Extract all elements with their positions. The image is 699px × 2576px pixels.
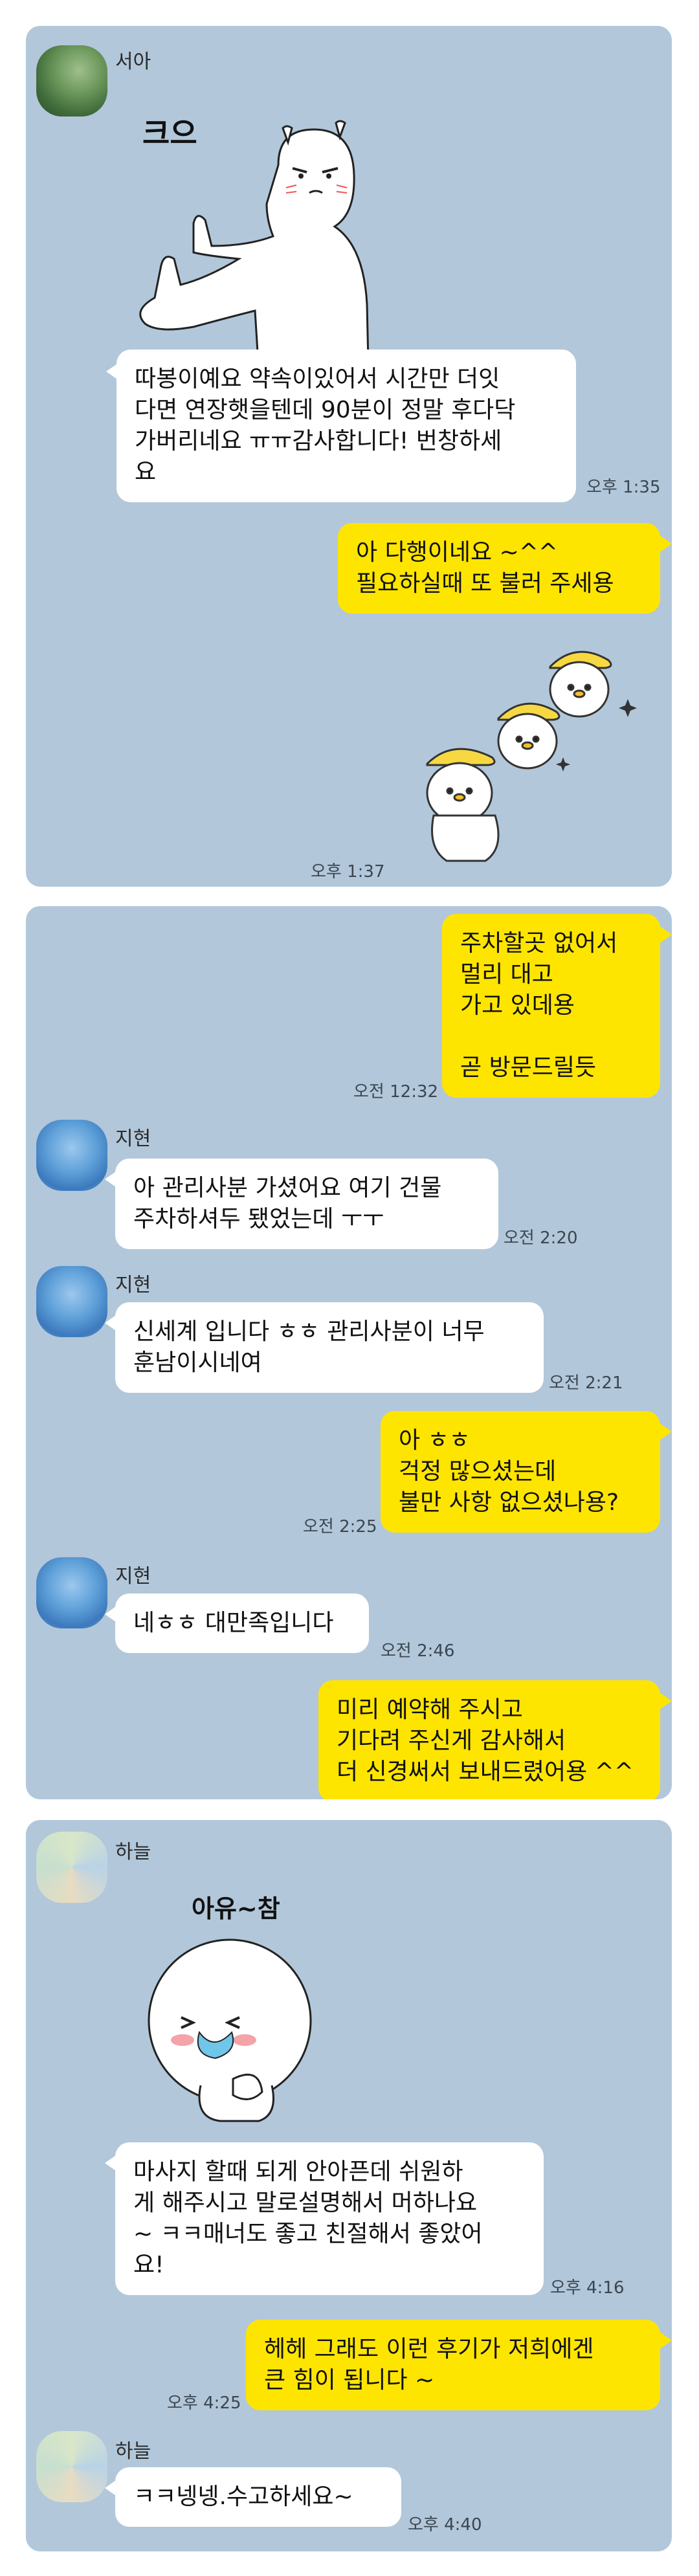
message-time: 오전 2:25: [303, 1517, 377, 1537]
sent-message-bubble[interactable]: 아 다행이네요 ~^^ 필요하실때 또 불러 주세용: [338, 523, 660, 614]
received-message-bubble[interactable]: 마사지 할때 되게 안아픈데 쉬원하 게 해주시고 말로설명해서 머하나요 ~ …: [115, 2142, 544, 2295]
bubble-tail: [659, 1423, 672, 1441]
sent-message-bubble[interactable]: 헤헤 그래도 이런 후기가 저희에겐 큰 힘이 됩니다 ~: [246, 2320, 660, 2410]
received-message-bubble[interactable]: 따봉이예요 약속이있어서 시간만 더잇 다면 연장햇을텐데 90분이 정말 후다…: [116, 350, 576, 502]
sticker-banana-hat-friends[interactable]: [408, 628, 667, 874]
bubble-tail: [106, 362, 119, 381]
chat-panel-3: 하늘 아유~참 마사지 할때 되게 안아픈데 쉬원하 게 해주시고 말로설명해서…: [26, 1820, 672, 2551]
banana-hat-creatures-icon: [426, 650, 637, 862]
sender-name: 하늘: [115, 2440, 151, 2463]
message-time: 오후 1:35: [586, 478, 661, 497]
message-time: 오전 2:20: [504, 1228, 578, 1248]
sticker-thumbs-up-cat[interactable]: 크으: [116, 97, 414, 375]
message-time: 오후 1:37: [311, 862, 385, 882]
chat-panel-2: 주차할곳 없어서 멀리 대고 가고 있데용 곧 방문드릴듯 오전 12:32 지…: [26, 906, 672, 1799]
avatar[interactable]: [36, 1266, 107, 1337]
received-message-bubble[interactable]: ㅋㅋ넹넹.수고하세요~: [115, 2467, 401, 2527]
message-time: 오전 2:46: [381, 1641, 455, 1661]
bubble-tail: [659, 2331, 672, 2349]
sender-name: 지현: [115, 1127, 151, 1150]
avatar[interactable]: [36, 45, 107, 117]
message-time: 오전 12:32: [353, 1082, 439, 1102]
sender-name: 하늘: [115, 1841, 151, 1863]
sender-name: 지현: [115, 1565, 151, 1588]
bubble-tail: [105, 2479, 118, 2497]
avatar[interactable]: [36, 2431, 107, 2502]
sent-message-bubble[interactable]: 주차할곳 없어서 멀리 대고 가고 있데용 곧 방문드릴듯: [442, 914, 660, 1098]
bubble-tail: [105, 1170, 118, 1188]
received-message-bubble[interactable]: 네ㅎㅎ 대만족입니다: [115, 1593, 369, 1653]
sent-message-bubble[interactable]: 아 ㅎㅎ 걱정 많으셨는데 불만 사항 없으셨나용?: [381, 1411, 660, 1533]
message-time: 오전 2:21: [549, 1373, 623, 1393]
bubble-tail: [105, 1605, 118, 1623]
sender-name: 서아: [115, 50, 151, 73]
sticker-caption: 아유~참: [192, 1894, 280, 1923]
bubble-tail: [659, 926, 672, 944]
message-time: 오후 4:16: [550, 2278, 625, 2298]
bubble-tail: [105, 2154, 118, 2172]
sticker-shy-round-face[interactable]: 아유~참: [136, 1885, 369, 2124]
message-time: 오후 4:25: [167, 2393, 241, 2413]
chat-panel-1: 서아 크으 따봉이예요 약속이있어서 시간만 더잇 다면 연장햇을텐데 90분이: [26, 26, 672, 887]
avatar[interactable]: [36, 1120, 107, 1191]
received-message-bubble[interactable]: 신세계 입니다 ㅎㅎ 관리사분이 너무 훈남이시네여: [115, 1302, 544, 1393]
bubble-tail: [659, 535, 672, 553]
avatar[interactable]: [36, 1557, 107, 1628]
received-message-bubble[interactable]: 아 관리사분 가셨어요 여기 건물 주차하셔두 됐었는데 ㅜㅜ: [115, 1159, 498, 1249]
sender-name: 지현: [115, 1274, 151, 1296]
message-time: 오후 4:40: [408, 2515, 482, 2535]
sticker-caption: 크으: [142, 116, 197, 151]
sent-message-bubble[interactable]: 미리 예약해 주시고 기다려 주신게 감사해서 더 신경써서 보내드렸어용 ^^: [318, 1680, 660, 1799]
bubble-tail: [105, 1314, 118, 1332]
avatar[interactable]: [36, 1832, 107, 1903]
bubble-tail: [659, 1692, 672, 1710]
